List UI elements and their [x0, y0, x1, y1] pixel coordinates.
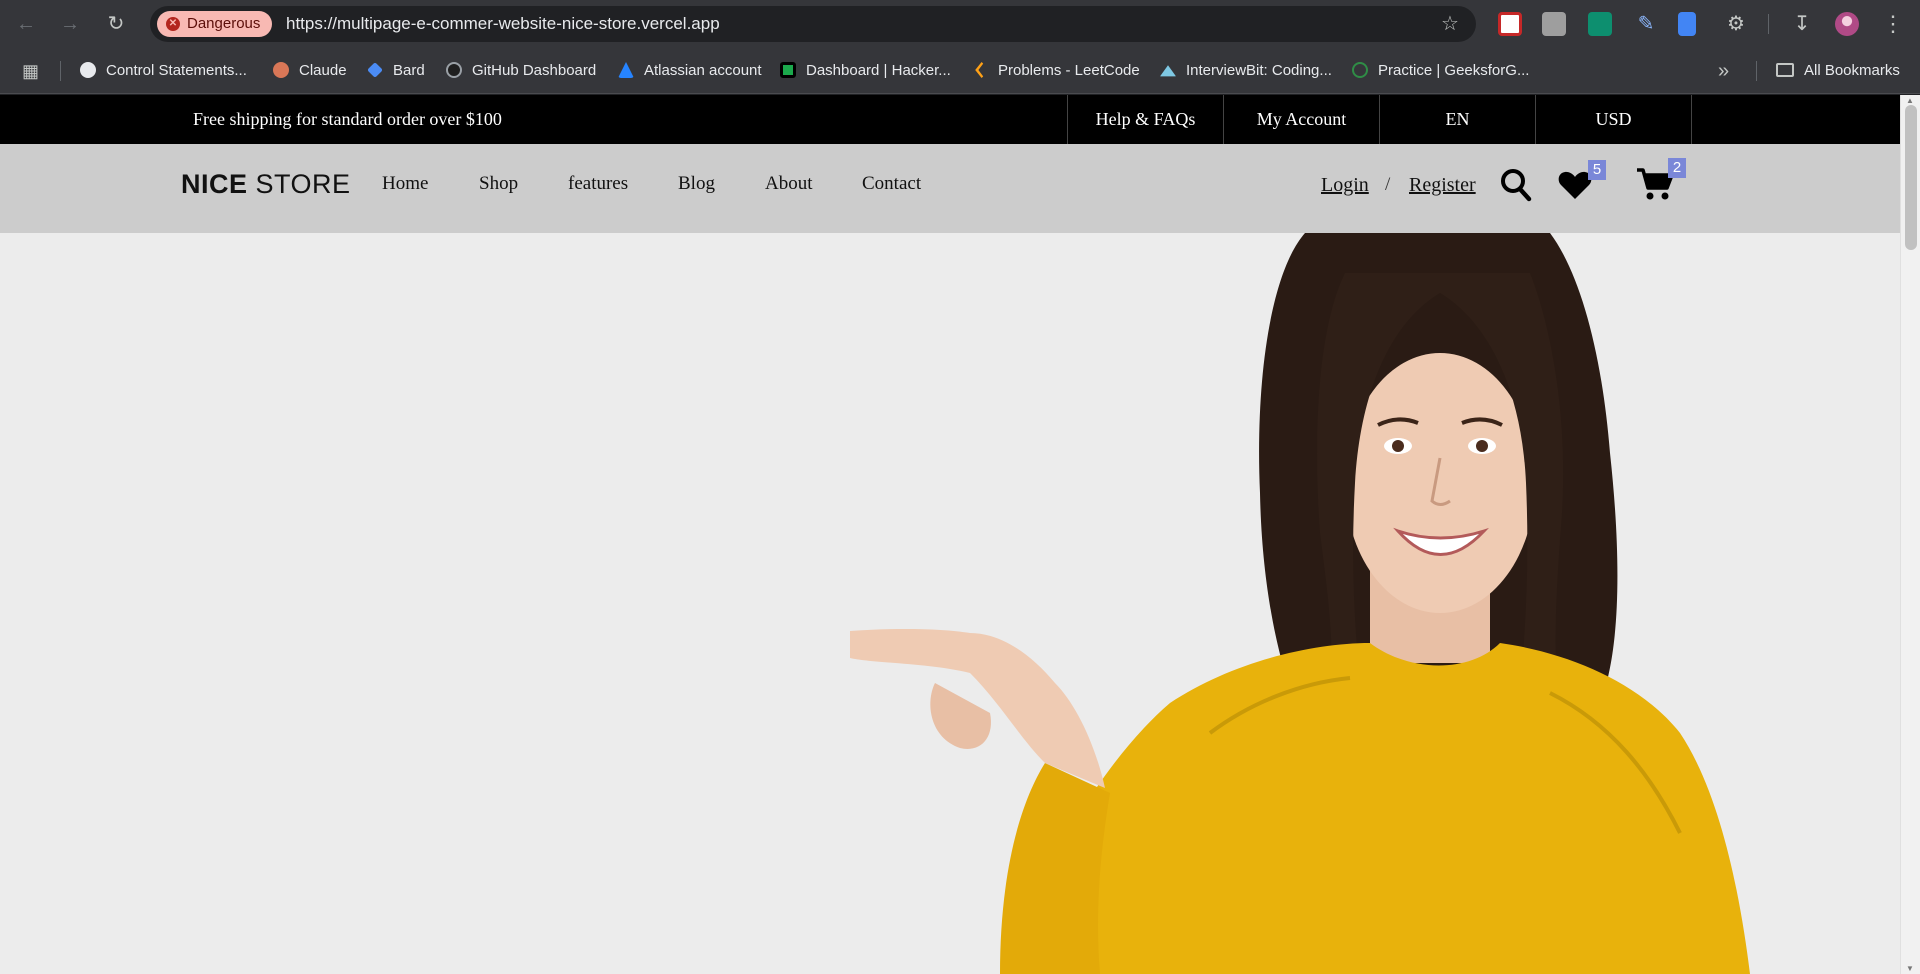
extension-gray-icon[interactable]: [1542, 12, 1566, 36]
scroll-down-arrow-icon[interactable]: ▼: [1906, 964, 1914, 973]
extensions-puzzle-icon[interactable]: ⚙: [1724, 12, 1748, 36]
all-bookmarks-button[interactable]: All Bookmarks: [1776, 48, 1900, 94]
nav-home[interactable]: Home: [382, 144, 428, 224]
atlassian-icon: [618, 62, 634, 78]
bookmark-star-icon[interactable]: ☆: [1438, 12, 1462, 36]
geeksforgeeks-icon: [1352, 62, 1368, 78]
toolbar-divider: [1768, 14, 1769, 34]
topbar-divider: [1691, 95, 1692, 144]
heart-icon[interactable]: [1558, 170, 1592, 200]
bard-sparkle-icon: [367, 62, 383, 78]
danger-icon: ✕: [166, 17, 180, 31]
bookmark-atlassian[interactable]: Atlassian account: [618, 48, 762, 94]
security-chip-label: Dangerous: [187, 15, 261, 32]
auth-separator: /: [1385, 174, 1391, 195]
nav-shop[interactable]: Shop: [479, 144, 518, 224]
forward-icon[interactable]: →: [58, 12, 82, 36]
bookmark-hackerrank[interactable]: Dashboard | Hacker...: [780, 48, 951, 94]
bookmarks-overflow-chevron-icon[interactable]: »: [1718, 48, 1729, 94]
bookmark-label: Atlassian account: [644, 62, 762, 79]
address-bar[interactable]: ✕ Dangerous https://multipage-e-commer-w…: [150, 6, 1476, 42]
cart-count-badge: 2: [1668, 158, 1686, 178]
wishlist-count-badge: 5: [1588, 160, 1606, 180]
page-viewport: Free shipping for standard order over $1…: [0, 95, 1920, 974]
extension-pen-icon[interactable]: ✎: [1634, 12, 1658, 36]
language-selector[interactable]: EN: [1379, 95, 1535, 144]
openai-icon: [80, 62, 96, 78]
bookmarks-bar: ▦ Control Statements... Claude Bard GitH…: [0, 48, 1920, 94]
browser-toolbar: ← → ↻ ✕ Dangerous https://multipage-e-co…: [0, 0, 1920, 48]
page-scrollbar[interactable]: ▲ ▼: [1900, 95, 1920, 974]
bookmark-control-statements[interactable]: Control Statements...: [80, 48, 247, 94]
search-icon[interactable]: [1500, 168, 1532, 202]
interviewbit-icon: [1160, 65, 1176, 77]
bookmark-github-dashboard[interactable]: GitHub Dashboard: [446, 48, 596, 94]
top-announcement-bar: Free shipping for standard order over $1…: [0, 95, 1900, 144]
leetcode-icon: [975, 62, 984, 78]
url-text[interactable]: https://multipage-e-commer-website-nice-…: [286, 6, 720, 42]
login-link[interactable]: Login: [1321, 144, 1369, 226]
apps-grid-icon[interactable]: ▦: [22, 61, 42, 81]
store-logo[interactable]: NICE STORE: [181, 144, 351, 224]
github-icon: [446, 62, 462, 78]
bookmark-geeksforgeeks[interactable]: Practice | GeeksforG...: [1352, 48, 1529, 94]
scroll-thumb[interactable]: [1905, 105, 1917, 250]
bookmark-bard[interactable]: Bard: [367, 48, 425, 94]
bookmark-claude[interactable]: Claude: [273, 48, 347, 94]
my-account-link[interactable]: My Account: [1223, 95, 1379, 144]
help-faqs-link[interactable]: Help & FAQs: [1067, 95, 1223, 144]
hero-banner: [0, 233, 1900, 974]
all-bookmarks-label: All Bookmarks: [1804, 62, 1900, 79]
bookmark-label: Bard: [393, 62, 425, 79]
claude-icon: [273, 62, 289, 78]
site-header: NICE STORE Home Shop features Blog About…: [0, 144, 1900, 233]
logo-light-text: STORE: [255, 169, 351, 199]
extension-red-icon[interactable]: [1498, 12, 1522, 36]
bookmarks-divider: [1756, 61, 1757, 81]
bookmark-label: Problems - LeetCode: [998, 62, 1140, 79]
folder-icon: [1776, 63, 1794, 77]
bookmark-label: Control Statements...: [106, 62, 247, 79]
bookmark-interviewbit[interactable]: InterviewBit: Coding...: [1160, 48, 1332, 94]
free-shipping-text: Free shipping for standard order over $1…: [193, 109, 502, 129]
bookmarks-divider: [60, 61, 61, 81]
kebab-menu-icon[interactable]: ⋮: [1882, 12, 1904, 36]
hero-model-image: [850, 233, 1750, 974]
profile-avatar[interactable]: [1835, 12, 1859, 36]
nav-about[interactable]: About: [765, 144, 813, 224]
scroll-up-arrow-icon[interactable]: ▲: [1906, 96, 1914, 105]
bookmark-leetcode[interactable]: Problems - LeetCode: [972, 48, 1140, 94]
nav-blog[interactable]: Blog: [678, 144, 715, 224]
reload-icon[interactable]: ↻: [104, 12, 128, 36]
currency-selector[interactable]: USD: [1535, 95, 1691, 144]
logo-bold-text: NICE: [181, 169, 248, 199]
back-icon[interactable]: ←: [14, 12, 38, 36]
extension-doc-icon[interactable]: [1678, 12, 1696, 36]
register-link[interactable]: Register: [1409, 144, 1476, 226]
bookmark-label: GitHub Dashboard: [472, 62, 597, 79]
download-icon[interactable]: ↧: [1790, 12, 1814, 36]
hackerrank-icon: [780, 62, 796, 78]
bookmark-label: Dashboard | Hacker...: [806, 62, 951, 79]
security-chip[interactable]: ✕ Dangerous: [157, 11, 273, 37]
nav-features[interactable]: features: [568, 144, 628, 224]
bookmark-label: Claude: [299, 62, 347, 79]
extension-mail-icon[interactable]: [1588, 12, 1612, 36]
nav-contact[interactable]: Contact: [862, 144, 921, 224]
bookmark-label: Practice | GeeksforG...: [1378, 62, 1530, 79]
bookmark-label: InterviewBit: Coding...: [1186, 62, 1332, 79]
